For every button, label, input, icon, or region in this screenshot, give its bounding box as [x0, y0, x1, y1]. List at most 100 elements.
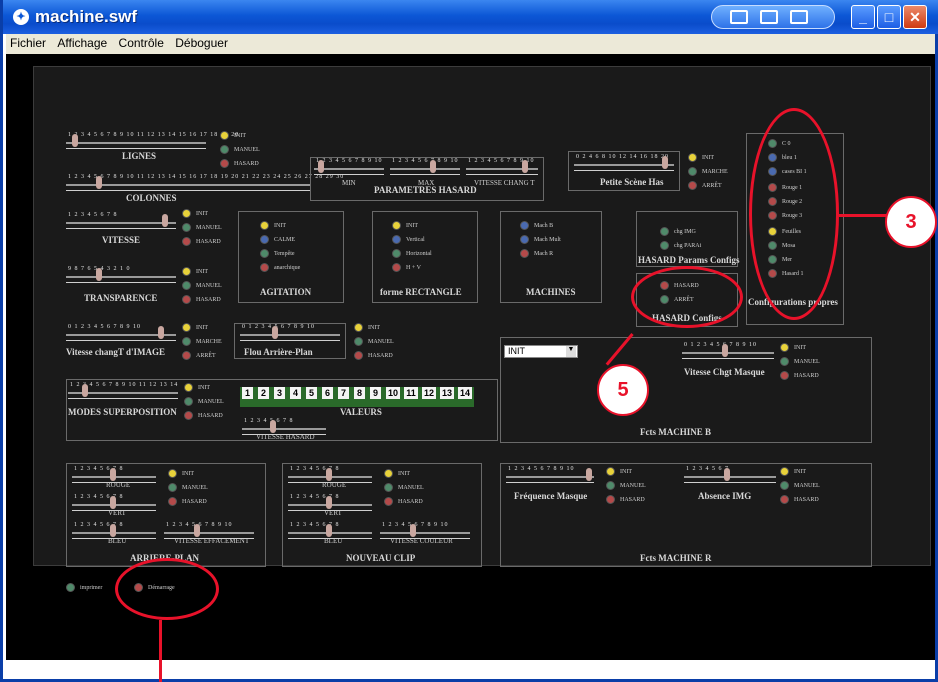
valeur-button[interactable]: 4 [290, 387, 301, 399]
valeur-button[interactable]: 9 [370, 387, 381, 399]
valeur-button[interactable]: 7 [338, 387, 349, 399]
vitesse-image-arret[interactable]: ARRÊT [182, 351, 216, 361]
petite-init[interactable]: INIT [688, 153, 714, 163]
forme-init[interactable]: INIT [392, 221, 418, 231]
flou-hasard[interactable]: HASARD [354, 351, 393, 361]
machine-b-select[interactable]: INIT ▼ [504, 345, 578, 358]
valeur-button[interactable]: 14 [458, 387, 472, 399]
modes-slider[interactable]: 1 2 3 4 5 6 7 8 9 10 11 12 13 14 [68, 382, 178, 399]
valeur-button[interactable]: 3 [274, 387, 285, 399]
imprimer-button[interactable]: imprimer [66, 583, 102, 593]
valeur-button[interactable]: 6 [322, 387, 333, 399]
maximize-button[interactable]: □ [877, 5, 901, 29]
taskbar-extra-controls[interactable] [711, 5, 835, 29]
frequence-hasard[interactable]: HASARD [606, 495, 645, 505]
valeurs-label: VALEURS [340, 407, 382, 417]
lignes-init[interactable]: INIT [220, 131, 246, 141]
ap-init[interactable]: INIT [168, 469, 194, 479]
agitation-tempete[interactable]: Tempête [260, 249, 295, 259]
flou-init[interactable]: INIT [354, 323, 380, 333]
modes-manuel[interactable]: MANUEL [184, 397, 224, 407]
slider-knob[interactable] [96, 176, 102, 189]
lignes-ticks: 1 2 3 4 5 6 7 8 9 10 11 12 13 14 15 16 1… [68, 132, 240, 138]
lignes-hasard[interactable]: HASARD [220, 159, 259, 169]
agitation-calme[interactable]: CALME [260, 235, 295, 245]
vitesse-image-init[interactable]: INIT [182, 323, 208, 333]
valeur-button[interactable]: 8 [354, 387, 365, 399]
ap-manuel[interactable]: MANUEL [168, 483, 208, 493]
absence-hasard[interactable]: HASARD [780, 495, 819, 505]
transparence-manuel[interactable]: MANUEL [182, 281, 222, 291]
modes-hasard[interactable]: HASARD [184, 411, 223, 421]
valeur-button[interactable]: 2 [258, 387, 269, 399]
minimize-button[interactable]: _ [851, 5, 875, 29]
close-button[interactable]: ✕ [903, 5, 927, 29]
valeur-button[interactable]: 12 [422, 387, 436, 399]
valeur-button[interactable]: 10 [386, 387, 400, 399]
absence-init[interactable]: INIT [780, 467, 806, 477]
transparence-init[interactable]: INIT [182, 267, 208, 277]
hasard-chg-para[interactable]: chg PARAi [660, 241, 701, 251]
petite-arret[interactable]: ARRÊT [688, 181, 722, 191]
nc-hasard[interactable]: HASARD [384, 497, 423, 507]
absence-slider[interactable]: 1 2 3 4 5 6 7 [684, 466, 776, 483]
nc-manuel[interactable]: MANUEL [384, 483, 424, 493]
flou-slider[interactable]: 0 1 2 3 4 5 6 7 8 9 10 [240, 324, 340, 341]
vitesse-slider[interactable]: 1 2 3 4 5 6 7 8 [66, 212, 176, 229]
forme-horizontal[interactable]: Horizontal [392, 249, 432, 259]
vitesse-image-slider[interactable]: 0 1 2 3 4 5 6 7 8 9 10 [66, 324, 176, 341]
masque-init[interactable]: INIT [780, 343, 806, 353]
agitation-init[interactable]: INIT [260, 221, 286, 231]
machine-b[interactable]: Mach B [520, 221, 553, 231]
vitesse-hasard[interactable]: HASARD [182, 237, 221, 247]
nc-init[interactable]: INIT [384, 469, 410, 479]
screen-icon[interactable] [790, 10, 808, 24]
param-max-slider[interactable]: 1 2 3 4 5 6 7 8 9 10 [390, 158, 460, 175]
annotation-connector [839, 214, 887, 217]
machine-r[interactable]: Mach R [520, 249, 553, 259]
forme-vertical[interactable]: Vertical [392, 235, 425, 245]
vitesse-manuel[interactable]: MANUEL [182, 223, 222, 233]
menu-fichier[interactable]: Fichier [6, 34, 50, 52]
transparence-slider[interactable]: 9 8 7 6 5 4 3 2 1 0 [66, 266, 176, 283]
param-min-slider[interactable]: 1 2 3 4 5 6 7 8 9 10 [314, 158, 384, 175]
valeur-button[interactable]: 13 [440, 387, 454, 399]
screen-icon[interactable] [760, 10, 778, 24]
lignes-slider[interactable]: 1 2 3 4 5 6 7 8 9 10 11 12 13 14 15 16 1… [66, 132, 238, 149]
vitesse-image-marche[interactable]: MARCHE [182, 337, 222, 347]
frequence-slider[interactable]: 1 2 3 4 5 6 7 8 9 10 [506, 466, 594, 483]
chevron-down-icon[interactable]: ▼ [566, 346, 576, 357]
frequence-manuel[interactable]: MANUEL [606, 481, 646, 491]
modes-init[interactable]: INIT [184, 383, 210, 393]
masque-hasard[interactable]: HASARD [780, 371, 819, 381]
screen-icon[interactable] [730, 10, 748, 24]
frequence-init[interactable]: INIT [606, 467, 632, 477]
menu-deboguer[interactable]: Déboguer [171, 34, 232, 52]
window-title: machine.swf [35, 7, 138, 26]
transparence-hasard[interactable]: HASARD [182, 295, 221, 305]
menu-affichage[interactable]: Affichage [53, 34, 111, 52]
app-window: ✦ machine.swf _ □ ✕ Fichier Affichage Co… [0, 0, 938, 682]
ap-hasard[interactable]: HASARD [168, 497, 207, 507]
masque-slider[interactable]: 0 1 2 3 4 5 6 7 8 9 10 [682, 342, 774, 359]
petite-marche[interactable]: MARCHE [688, 167, 728, 177]
valeur-button[interactable]: 11 [404, 387, 418, 399]
flou-manuel[interactable]: MANUEL [354, 337, 394, 347]
menu-controle[interactable]: Contrôle [115, 34, 168, 52]
machine-mult[interactable]: Mach Mult [520, 235, 561, 245]
valeurs-buttons: 1 2 3 4 5 6 7 8 9 10 11 12 13 14 [240, 387, 474, 407]
valeur-button[interactable]: 1 [242, 387, 253, 399]
valeur-button[interactable]: 5 [306, 387, 317, 399]
hasard-chg-img[interactable]: chg IMG [660, 227, 696, 237]
petite-scene-slider[interactable]: 0 2 4 6 8 10 12 14 16 18 20 [574, 154, 674, 171]
annotation-ellipse-configs [749, 108, 839, 320]
lignes-manuel[interactable]: MANUEL [220, 145, 260, 155]
absence-manuel[interactable]: MANUEL [780, 481, 820, 491]
colonnes-slider[interactable]: 1 2 3 4 5 6 7 8 9 10 11 12 13 14 15 16 1… [66, 174, 343, 191]
forme-hv[interactable]: H + V [392, 263, 421, 273]
agitation-anarchique[interactable]: anarchique [260, 263, 300, 273]
param-vitesse-slider[interactable]: 1 2 3 4 5 6 7 8 9 10 [466, 158, 538, 175]
masque-manuel[interactable]: MANUEL [780, 357, 820, 367]
vitesse-init[interactable]: INIT [182, 209, 208, 219]
slider-knob[interactable] [72, 134, 78, 147]
